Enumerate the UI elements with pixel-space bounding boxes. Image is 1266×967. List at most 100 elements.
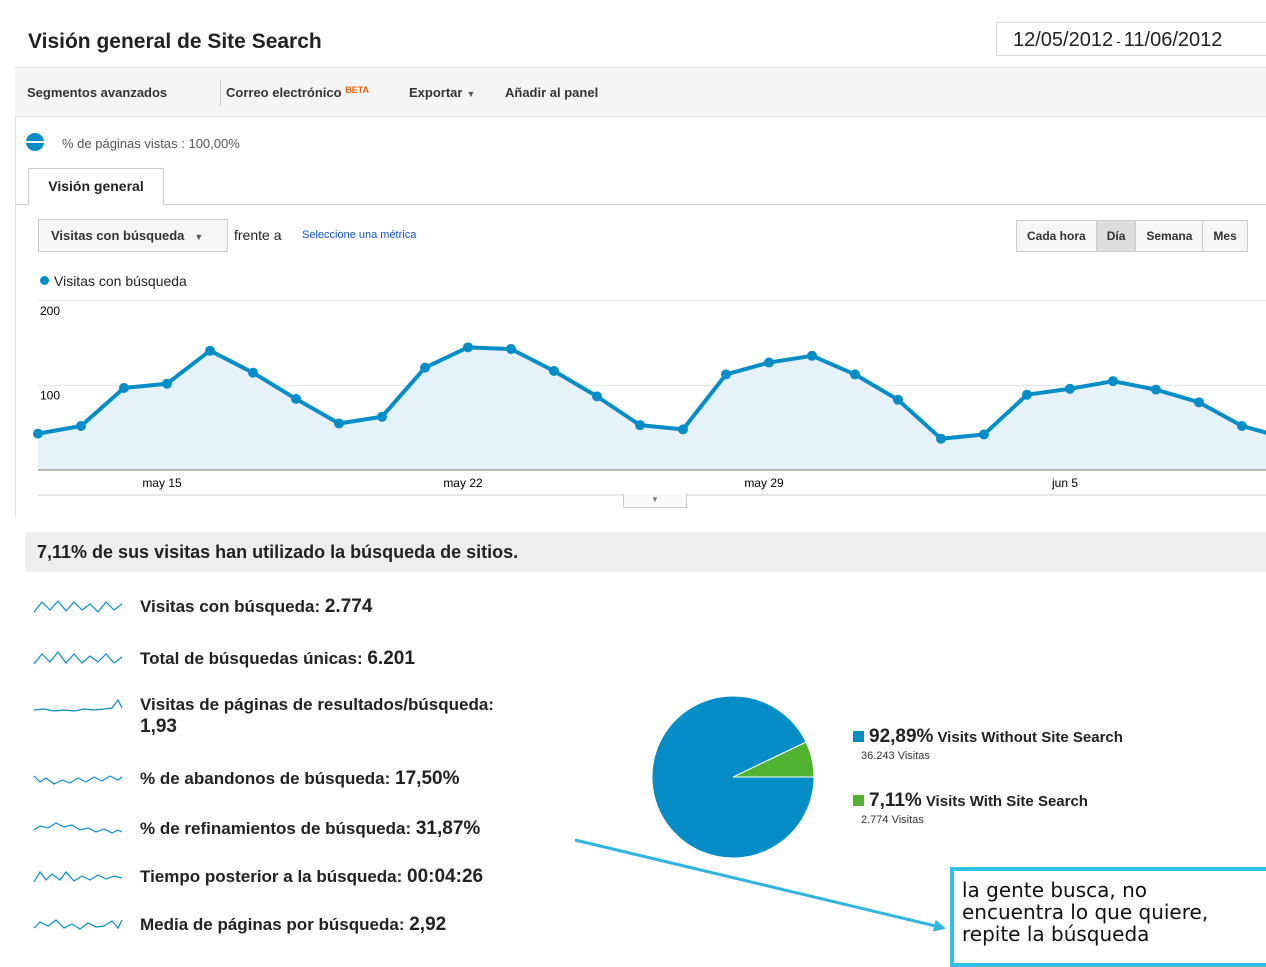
sparkline-icon[interactable] xyxy=(32,818,124,840)
data-point[interactable] xyxy=(1237,421,1247,432)
legend-label: Visits Without Site Search xyxy=(937,729,1123,746)
metric-row-visits-with-search: Visitas con búsqueda: 2.774 xyxy=(32,596,372,618)
pie-legend-without-search: 92,89% Visits Without Site Search 36.243 … xyxy=(853,726,1123,762)
metric-row-result-pageviews: Visitas de páginas de resultados/búsqued… xyxy=(32,694,494,738)
legend-percent: 92,89% xyxy=(869,726,934,747)
metric-name: % de abandonos de búsqueda: xyxy=(140,769,391,788)
metric-value: 2,92 xyxy=(409,914,447,935)
metric-value: 00:04:26 xyxy=(407,866,484,887)
data-point[interactable] xyxy=(248,367,258,378)
data-point[interactable] xyxy=(1022,389,1032,400)
y-tick-label: 200 xyxy=(40,304,60,318)
annotation-callout: la gente busca, no encuentra lo que quie… xyxy=(950,867,1266,967)
sparkline-icon[interactable] xyxy=(32,648,124,670)
metric-value: 17,50% xyxy=(395,768,460,789)
data-point[interactable] xyxy=(850,369,860,380)
data-point[interactable] xyxy=(979,429,989,440)
granularity-hour-button[interactable]: Cada hora xyxy=(1017,221,1096,251)
chevron-down-icon: ▼ xyxy=(466,89,476,99)
data-point[interactable] xyxy=(377,411,387,422)
data-point[interactable] xyxy=(1065,383,1075,394)
sparkline-icon[interactable] xyxy=(32,866,124,888)
sparkline-icon[interactable] xyxy=(32,596,124,618)
legend-swatch xyxy=(853,731,864,742)
metric-label: Media de páginas por búsqueda: 2,92 xyxy=(140,914,446,936)
granularity-week-button[interactable]: Semana xyxy=(1135,221,1202,251)
data-point[interactable] xyxy=(1194,397,1204,408)
metric-name: Tiempo posterior a la búsqueda: xyxy=(140,867,403,886)
granularity-toggle: Cada hora Día Semana Mes xyxy=(1016,220,1248,252)
export-menu[interactable]: Exportar ▼ xyxy=(409,85,475,100)
site-search-summary: 7,11% de sus visitas han utilizado la bú… xyxy=(25,532,1266,572)
data-point[interactable] xyxy=(119,382,129,393)
data-point[interactable] xyxy=(162,378,172,389)
data-point[interactable] xyxy=(1108,376,1118,387)
legend-series-name: Visitas con búsqueda xyxy=(54,273,187,289)
segment-label: % de páginas vistas : 100,00% xyxy=(62,136,240,151)
metric-select[interactable]: Visitas con búsqueda ▼ xyxy=(38,219,228,252)
data-point[interactable] xyxy=(291,393,301,404)
metric-label: % de abandonos de búsqueda: 17,50% xyxy=(140,768,460,790)
legend-label: Visits With Site Search xyxy=(925,793,1088,810)
data-point[interactable] xyxy=(463,342,473,353)
date-separator: - xyxy=(1116,33,1121,49)
site-search-pie-chart xyxy=(651,695,815,859)
data-point[interactable] xyxy=(592,391,602,402)
metric-value: 31,87% xyxy=(415,818,481,839)
data-point[interactable] xyxy=(807,350,817,361)
email-button[interactable]: Correo electrónico BETA xyxy=(226,85,369,100)
tab-baseline xyxy=(15,204,1266,205)
date-range-picker[interactable]: 12/05/2012-11/06/2012 xyxy=(996,22,1266,56)
data-point[interactable] xyxy=(1151,384,1161,395)
email-label: Correo electrónico xyxy=(226,85,342,100)
data-point[interactable] xyxy=(334,418,344,429)
chart-legend: Visitas con búsqueda xyxy=(40,273,187,289)
data-point[interactable] xyxy=(764,357,774,368)
export-label: Exportar xyxy=(409,85,463,100)
tab-overview[interactable]: Visión general xyxy=(28,168,164,205)
date-end: 11/06/2012 xyxy=(1123,29,1223,51)
data-point[interactable] xyxy=(549,366,559,377)
data-point[interactable] xyxy=(893,394,903,405)
x-tick-label: may 22 xyxy=(443,476,483,490)
page-title: Visión general de Site Search xyxy=(28,30,322,53)
series-area xyxy=(38,347,1266,470)
segment-pie-icon xyxy=(26,133,44,151)
metric-row-pages-per-search: Media de páginas por búsqueda: 2,92 xyxy=(32,914,446,936)
metric-label: Tiempo posterior a la búsqueda: 00:04:26 xyxy=(140,866,483,888)
select-metric-link[interactable]: Seleccione una métrica xyxy=(302,229,416,241)
metric-select-label: Visitas con búsqueda xyxy=(51,228,185,243)
data-point[interactable] xyxy=(420,362,430,373)
metric-label: Total de búsquedas únicas: 6.201 xyxy=(140,648,415,670)
granularity-day-button[interactable]: Día xyxy=(1095,221,1136,251)
pie-legend-with-search: 7,11% Visits With Site Search 2.774 Visit… xyxy=(853,790,1088,826)
x-tick-label: jun 5 xyxy=(1051,476,1078,490)
metric-row-refinements: % de refinamientos de búsqueda: 31,87% xyxy=(32,818,480,840)
granularity-month-button[interactable]: Mes xyxy=(1202,221,1246,251)
sparkline-icon[interactable] xyxy=(32,768,124,790)
add-to-dashboard-button[interactable]: Añadir al panel xyxy=(505,85,598,100)
sparkline-icon[interactable] xyxy=(32,914,124,936)
pie-slice-without-search[interactable] xyxy=(651,695,815,859)
data-point[interactable] xyxy=(678,424,688,435)
data-point[interactable] xyxy=(205,345,215,356)
metric-label: Visitas de páginas de resultados/búsqued… xyxy=(140,694,494,738)
data-point[interactable] xyxy=(635,420,645,431)
advanced-segments-button[interactable]: Segmentos avanzados xyxy=(27,85,167,100)
visits-line-chart: 200 100 may 15 may 22 may 29 jun 5 xyxy=(33,300,1266,496)
beta-badge: BETA xyxy=(345,85,370,95)
data-point[interactable] xyxy=(506,344,516,355)
data-point[interactable] xyxy=(33,428,43,439)
metric-name: Total de búsquedas únicas: xyxy=(140,649,363,668)
metric-row-unique-searches: Total de búsquedas únicas: 6.201 xyxy=(32,648,415,670)
metric-name: % de refinamientos de búsqueda: xyxy=(140,819,412,838)
series-dot xyxy=(40,276,49,285)
data-point[interactable] xyxy=(76,421,86,432)
legend-subvalue: 2.774 Visitas xyxy=(861,814,924,826)
data-point[interactable] xyxy=(936,433,946,444)
metric-row-time-after-search: Tiempo posterior a la búsqueda: 00:04:26 xyxy=(32,866,483,888)
data-point[interactable] xyxy=(721,369,731,380)
chart-collapse-toggle[interactable]: ▼ xyxy=(623,494,687,508)
legend-swatch xyxy=(853,795,864,806)
sparkline-icon[interactable] xyxy=(32,694,124,716)
